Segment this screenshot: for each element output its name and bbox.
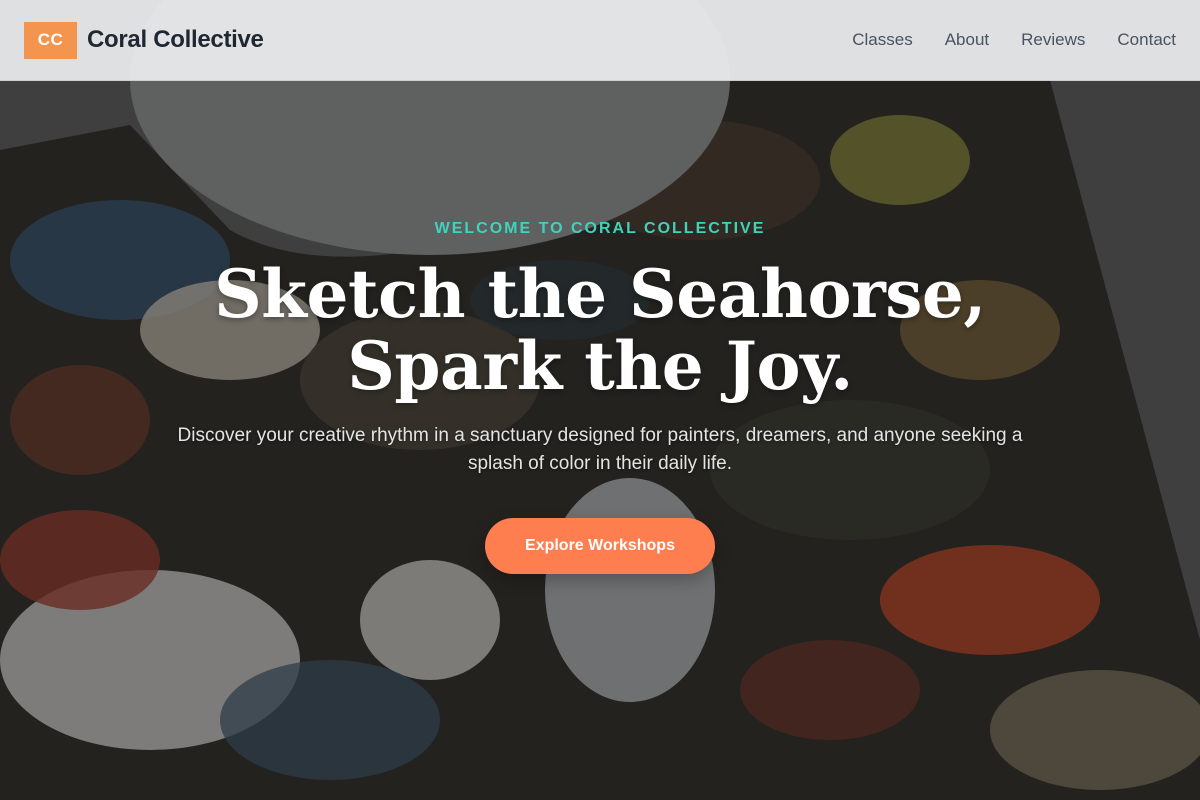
hero-headline-line2: Spark the Joy. bbox=[347, 327, 853, 405]
brand-mark: CC bbox=[24, 21, 77, 59]
brand-logo-link[interactable]: CC Coral Collective bbox=[24, 21, 264, 59]
nav-link-about[interactable]: About bbox=[945, 30, 989, 50]
hero-section: WELCOME TO CORAL COLLECTIVE Sketch the S… bbox=[0, 220, 1200, 574]
hero-subtext: Discover your creative rhythm in a sanct… bbox=[177, 425, 1023, 474]
top-navbar: CC Coral Collective Classes About Review… bbox=[0, 0, 1200, 81]
hero-eyebrow: WELCOME TO CORAL COLLECTIVE bbox=[434, 220, 766, 237]
nav-link-contact[interactable]: Contact bbox=[1117, 30, 1176, 50]
main-nav: Classes About Reviews Contact bbox=[852, 30, 1176, 50]
nav-link-classes[interactable]: Classes bbox=[852, 30, 912, 50]
explore-workshops-button[interactable]: Explore Workshops bbox=[485, 518, 715, 574]
hero-headline-line1: Sketch the Seahorse, bbox=[214, 255, 986, 333]
hero-headline: Sketch the Seahorse, Spark the Joy. bbox=[214, 258, 986, 402]
nav-link-reviews[interactable]: Reviews bbox=[1021, 30, 1085, 50]
brand-name: Coral Collective bbox=[87, 26, 264, 53]
